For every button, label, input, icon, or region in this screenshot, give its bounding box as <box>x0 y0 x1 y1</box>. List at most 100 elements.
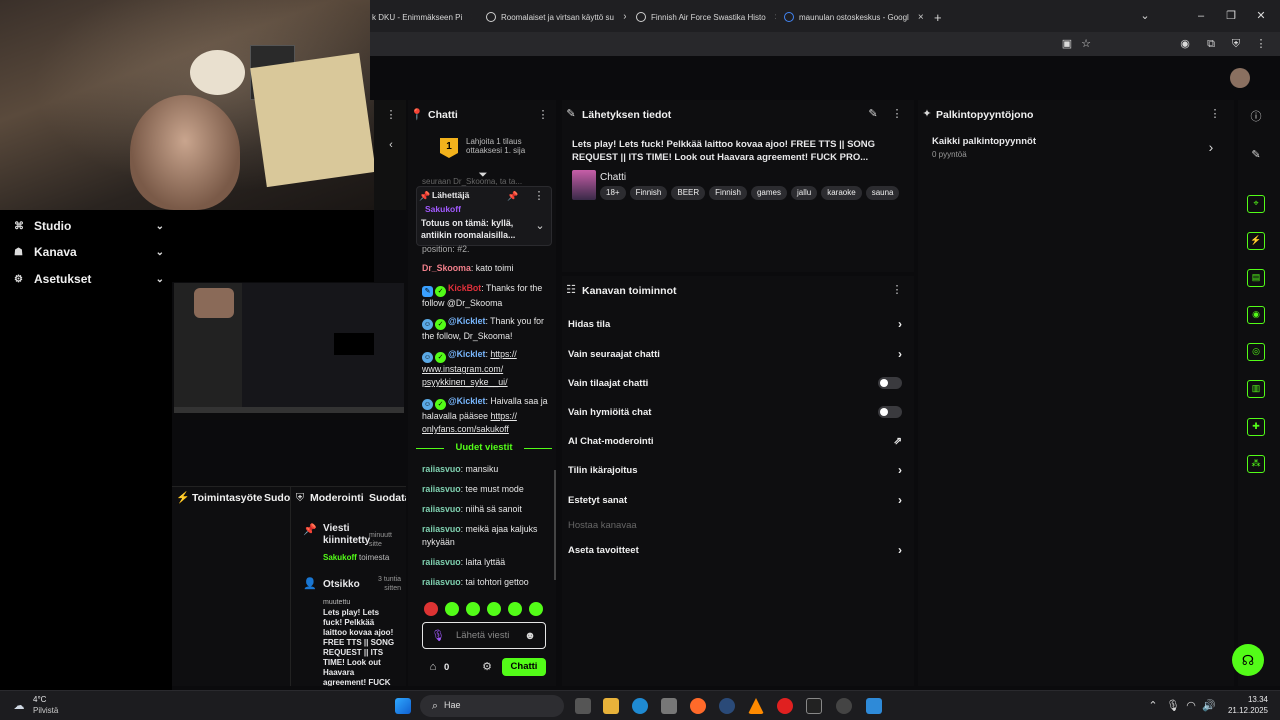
avatar[interactable] <box>1230 68 1250 88</box>
send-chat-button[interactable]: Chatti <box>502 658 546 676</box>
emote-icon[interactable] <box>508 602 522 616</box>
chat-username[interactable]: raiiasvuo <box>422 504 461 514</box>
sidebar-item-studio[interactable]: ⌘ Studio ⌄ <box>14 218 164 234</box>
close-icon[interactable]: × <box>623 12 626 23</box>
more-icon[interactable]: ⋮ <box>536 108 550 122</box>
edit-icon[interactable]: ✎ <box>866 107 880 121</box>
lightning-icon[interactable]: ⚡ <box>1247 232 1265 250</box>
store-app-icon[interactable] <box>661 698 677 714</box>
layout-icon[interactable]: ▥ <box>1247 380 1265 398</box>
tag[interactable]: BEER <box>671 186 706 200</box>
tag[interactable]: 18+ <box>600 186 626 200</box>
shield-icon[interactable]: ⛨ <box>1229 37 1243 51</box>
sidebar-item-channel[interactable]: ☗ Kanava ⌄ <box>14 244 164 260</box>
store-icon[interactable]: ⌂ <box>426 660 440 674</box>
tag[interactable]: karaoke <box>821 186 862 200</box>
profile-icon[interactable]: ◉ <box>1178 37 1192 51</box>
new-tab-button[interactable]: + <box>934 6 950 28</box>
more-icon[interactable]: ⋮ <box>384 108 398 122</box>
pencil-icon[interactable]: ✎ <box>1249 148 1263 162</box>
action-set-goals[interactable]: Aseta tavoitteet › <box>568 540 908 560</box>
volume-icon[interactable]: 🔊 <box>1202 699 1216 713</box>
app-icon[interactable] <box>836 698 852 714</box>
emote-icon[interactable] <box>466 602 480 616</box>
widgets-icon[interactable]: ⁂ <box>1247 455 1265 473</box>
tag[interactable]: jallu <box>790 186 818 200</box>
close-icon[interactable]: × <box>918 12 924 23</box>
chat-username[interactable]: @Kicklet <box>448 316 485 326</box>
microphone-icon[interactable]: 🎙 <box>431 629 445 643</box>
unpin-icon[interactable]: 📌 <box>506 189 520 203</box>
action-age-restriction[interactable]: Tilin ikärajoitus › <box>568 460 908 480</box>
filter-label[interactable]: Suodata <box>369 492 406 504</box>
all-reward-requests[interactable]: Kaikki palkintopyynnöt 0 pyyntöä › <box>932 136 1222 164</box>
close-icon[interactable]: × <box>775 12 776 23</box>
more-icon[interactable]: ⋮ <box>532 189 546 203</box>
action-blocked-words[interactable]: Estetyt sanat › <box>568 490 908 510</box>
more-icon[interactable]: ⋮ <box>890 283 904 297</box>
chat-username[interactable]: @Kicklet <box>448 396 485 406</box>
microphone-icon[interactable]: 🎙 <box>1166 699 1180 713</box>
subscribers-only-toggle[interactable] <box>878 377 902 389</box>
action-followers-only[interactable]: Vain seuraajat chatti › <box>568 344 908 364</box>
app-window-icon[interactable] <box>866 698 882 714</box>
browser-tab[interactable]: Roomalaiset ja virtsan käyttö su × <box>486 6 626 28</box>
tab-list-icon[interactable]: ⌄ <box>1138 9 1152 23</box>
browser-tab[interactable]: maunulan ostoskeskus - Googl × <box>784 6 924 28</box>
info-icon[interactable]: ⓘ <box>1249 110 1263 124</box>
vlc-icon[interactable] <box>748 698 764 714</box>
chat-bubble-icon[interactable]: ◉ <box>1247 306 1265 324</box>
browser-tab[interactable]: k DKU - Enimmäkseen Pi × <box>372 6 472 28</box>
tag[interactable]: games <box>750 186 787 200</box>
chat-username[interactable]: raiiasvuo <box>422 464 461 474</box>
minimize-icon[interactable]: – <box>1194 9 1208 23</box>
emote-icon[interactable] <box>529 602 543 616</box>
focus-icon[interactable]: ⌖ <box>1247 195 1265 213</box>
opera-icon[interactable] <box>777 698 793 714</box>
sub-gift-prompt[interactable]: Lahjoita 1 tilaus ottaaksesi 1. sija <box>466 137 546 155</box>
chat-username[interactable]: Dr_Skooma <box>422 263 471 273</box>
terminal-icon[interactable] <box>806 698 822 714</box>
chat-username[interactable]: raiiasvuo <box>422 577 461 587</box>
chevron-up-icon[interactable]: ⌃ <box>1146 699 1160 713</box>
cloud-icon[interactable]: ☁ <box>12 699 26 713</box>
steam-icon[interactable] <box>719 698 735 714</box>
document-icon[interactable]: ▤ <box>1247 269 1265 287</box>
wrench-icon[interactable]: ✚ <box>1247 418 1265 436</box>
chat-input[interactable]: 🎙 Lähetä viesti ☻ <box>422 622 546 649</box>
stream-preview[interactable] <box>174 283 404 413</box>
chat-username[interactable]: KickBot <box>448 283 481 293</box>
task-view-icon[interactable] <box>575 698 591 714</box>
extensions-icon[interactable]: ⧉ <box>1204 37 1218 51</box>
clock-date[interactable]: 21.12.2025 <box>1220 706 1268 715</box>
screenshot-icon[interactable]: ▣ <box>1060 37 1074 51</box>
emote-icon[interactable] <box>445 602 459 616</box>
firefox-icon[interactable] <box>690 698 706 714</box>
taskbar-search[interactable]: ⌕ Hae <box>420 695 564 717</box>
tag[interactable]: Finnish <box>709 186 747 200</box>
emotes-only-toggle[interactable] <box>878 406 902 418</box>
window-close-icon[interactable]: ✕ <box>1254 9 1268 23</box>
chat-username[interactable]: raiiasvuo <box>422 524 461 534</box>
edge-icon[interactable] <box>632 698 648 714</box>
chevron-down-icon[interactable]: ⌄ <box>533 219 547 233</box>
more-icon[interactable]: ⋮ <box>890 107 904 121</box>
bookmark-star-icon[interactable]: ☆ <box>1079 37 1093 51</box>
emote-icon[interactable] <box>487 602 501 616</box>
clock-time[interactable]: 13.34 <box>1224 695 1268 704</box>
sidebar-item-settings[interactable]: ⚙ Asetukset ⌄ <box>14 271 164 287</box>
pinned-message[interactable]: 📌 Lähettäjä 📌 ⋮ Sakukoff Totuus on tämä:… <box>416 186 552 246</box>
file-explorer-icon[interactable] <box>603 698 619 714</box>
broadcast-icon[interactable]: ◎ <box>1247 343 1265 361</box>
category-name[interactable]: Chatti <box>600 172 626 183</box>
chat-username[interactable]: raiiasvuo <box>422 557 461 567</box>
maximize-icon[interactable]: ❐ <box>1224 9 1238 23</box>
tag[interactable]: Finnish <box>629 186 668 200</box>
tag[interactable]: sauna <box>865 186 900 200</box>
windows-start-icon[interactable] <box>395 698 411 714</box>
action-slow-mode[interactable]: Hidas tila › <box>568 314 908 334</box>
more-icon[interactable]: ⋮ <box>1208 107 1222 121</box>
wifi-icon[interactable]: ◠ <box>1184 699 1198 713</box>
browser-tab[interactable]: Finnish Air Force Swastika Histo × <box>636 6 776 28</box>
chat-username[interactable]: @Kicklet <box>448 349 485 359</box>
